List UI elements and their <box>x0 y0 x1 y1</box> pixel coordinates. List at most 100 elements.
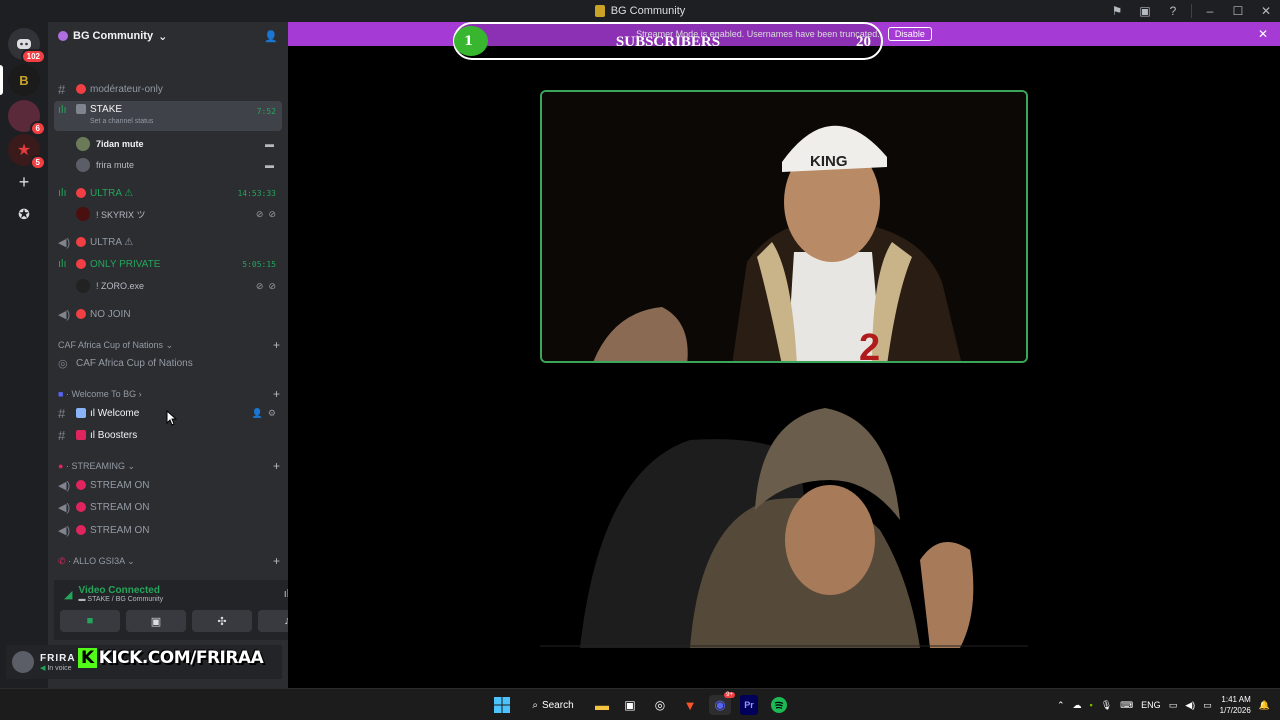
avatar <box>76 158 90 172</box>
channel-timer: 14:53:33 <box>237 188 276 198</box>
add-channel-icon[interactable]: + <box>273 338 280 352</box>
chevron-down-icon: ⌄ <box>165 339 174 350</box>
close-icon[interactable]: ✕ <box>1258 27 1268 41</box>
server-header[interactable]: BG Community ⌄ 👤 <box>48 22 288 50</box>
channel-stream-2[interactable]: ◀) STREAM ON <box>54 499 282 515</box>
channel-stream-3[interactable]: ◀) STREAM ON <box>54 522 282 538</box>
add-channel-icon[interactable]: + <box>273 459 280 473</box>
network-icon[interactable]: ▭ <box>1169 700 1178 711</box>
stream-icon[interactable]: ▣ <box>1131 0 1159 22</box>
close-icon[interactable]: ✕ <box>1252 0 1280 22</box>
nvidia-icon[interactable]: ▪ <box>1090 700 1093 710</box>
user-name: FRIRA <box>40 652 76 664</box>
guild-2[interactable]: 6 <box>8 100 46 136</box>
add-channel-icon[interactable]: + <box>273 554 280 568</box>
discord-badge: 9+ <box>724 692 735 698</box>
channel-ultra-2[interactable]: ◀) ULTRA ⚠ <box>54 234 282 250</box>
category-streaming[interactable]: ● · STREAMING ⌄ + <box>58 459 280 473</box>
no-entry-icon <box>76 259 86 269</box>
channel-boosters[interactable]: # ıl Boosters <box>54 427 282 443</box>
server-logo-icon <box>594 5 605 17</box>
home-badge: 102 <box>20 49 46 64</box>
add-server-button[interactable]: + <box>8 166 40 198</box>
channel-caf[interactable]: ◎ CAF Africa Cup of Nations <box>54 355 282 371</box>
inbox-icon[interactable]: ⚑ <box>1103 0 1131 22</box>
speaker-icon: ◀) <box>58 308 71 321</box>
file-explorer-icon[interactable]: ▬ <box>593 695 611 715</box>
explore-button[interactable]: ✪ <box>8 198 40 230</box>
channel-emoji-icon <box>76 408 86 418</box>
help-icon[interactable]: ? <box>1159 0 1187 22</box>
channel-ultra-1[interactable]: ılı ULTRA ⚠ 14:53:33 <box>54 185 282 201</box>
category-emoji-icon: ● <box>58 460 64 471</box>
disable-button[interactable]: Disable <box>887 27 932 41</box>
brave-icon[interactable]: ▼ <box>681 695 699 715</box>
window-title: BG Community <box>610 5 686 17</box>
battery-icon[interactable]: ▭ <box>1203 700 1212 711</box>
notifications-icon[interactable]: 🔔 <box>1259 700 1270 711</box>
voice-status[interactable]: Video Connected <box>78 585 163 596</box>
volume-icon[interactable]: ◀) <box>1185 700 1195 711</box>
invite-icon[interactable]: 👤 <box>252 408 263 419</box>
channel-stake[interactable]: ılı STAKE Set a channel status 7:52 <box>54 101 282 131</box>
add-member-icon[interactable]: 👤 <box>264 30 278 43</box>
guild-3[interactable]: ★ 5 <box>8 134 46 170</box>
no-entry-icon <box>76 84 86 94</box>
no-entry-icon <box>76 309 86 319</box>
channel-moderator[interactable]: # modérateur-only <box>54 81 282 97</box>
channel-stream-1[interactable]: ◀) STREAM ON <box>54 477 282 493</box>
camera-button[interactable]: ■ <box>60 610 120 632</box>
voice-user-skyrix[interactable]: ! SKYRIX ツ ⊘ ⊘ <box>76 207 282 221</box>
kick-url: KICK.COM/FRIRAA <box>98 648 264 668</box>
kick-logo: K <box>78 648 97 668</box>
gear-icon[interactable]: ⚙ <box>268 408 276 419</box>
activities-button[interactable]: ✣ <box>192 610 252 632</box>
voice-user-1[interactable]: 7idan mute ▬ <box>76 137 282 151</box>
premiere-icon[interactable]: Pr <box>740 695 758 715</box>
keyboard-icon[interactable]: ⌨ <box>1120 700 1133 711</box>
voice-location[interactable]: STAKE / BG Community <box>87 596 163 603</box>
compass-icon: ✪ <box>18 205 30 222</box>
channel-only-private[interactable]: ılı ONLY PRIVATE 5:05:15 <box>54 256 282 272</box>
category-label: ALLO GSI3A <box>73 555 125 566</box>
category-allo[interactable]: ✆ · ALLO GSI3A ⌄ + <box>58 554 280 568</box>
category-caf[interactable]: CAF Africa Cup of Nations ⌄ + <box>58 338 280 352</box>
taskbar-search[interactable]: ⌕ Search <box>526 695 580 715</box>
channel-status[interactable]: Set a channel status <box>90 118 153 125</box>
clock-time: 1:41 AM <box>1221 695 1251 704</box>
minimize-icon[interactable]: – <box>1196 0 1224 22</box>
spotify-icon[interactable] <box>770 695 788 715</box>
language-indicator[interactable]: ENG <box>1141 700 1161 710</box>
red-circle-icon <box>76 480 86 490</box>
channel-label: ONLY PRIVATE <box>90 258 161 270</box>
maximize-icon[interactable]: ☐ <box>1224 0 1252 22</box>
system-tray: ⌃ ☁ ▪ 🎙 ⌨ ENG ▭ ◀) ▭ 1:41 AM 1/7/2026 🔔 <box>1057 689 1270 720</box>
snipping-tool-icon[interactable]: ▣ <box>621 695 639 715</box>
avatar <box>12 651 34 673</box>
chevron-up-icon[interactable]: ⌃ <box>1057 700 1065 711</box>
channel-label: modérateur-only <box>90 83 163 95</box>
voice-user-zoro[interactable]: ! ZORO.exe ⊘ ⊘ <box>76 279 282 293</box>
channel-no-join[interactable]: ◀) NO JOIN <box>54 306 282 322</box>
hash-icon: # <box>58 427 66 443</box>
voice-user-2[interactable]: frira mute ▬ <box>76 158 282 172</box>
discord-taskbar-icon[interactable]: ◉ 9+ <box>709 692 735 715</box>
browser-icon[interactable]: ◎ <box>651 695 669 715</box>
start-button[interactable] <box>492 695 512 715</box>
video-tile-2[interactable] <box>540 380 1028 648</box>
category-welcome[interactable]: ■ · Welcome To BG › + <box>58 387 280 401</box>
microphone-icon[interactable]: 🎙 <box>1101 700 1112 711</box>
add-channel-icon[interactable]: + <box>273 387 280 401</box>
video-tile-1[interactable]: KING 2 <box>540 90 1028 363</box>
cloud-icon[interactable]: ☁ <box>1073 700 1082 711</box>
deafened-icon: ⊘ <box>268 208 276 219</box>
screen-share-button[interactable]: ▣ <box>126 610 186 632</box>
video-icon: ▬ <box>265 139 274 149</box>
guild-bg-community[interactable]: B <box>8 64 40 96</box>
windows-taskbar: ⌕ Search ▬ ▣ ◎ ▼ ◉ 9+ Pr ⌃ ☁ ▪ 🎙 ⌨ ENG ▭… <box>0 688 1280 720</box>
rocket-icon <box>76 430 86 440</box>
clock-date: 1/7/2026 <box>1219 706 1251 715</box>
discord-home-button[interactable]: 102 <box>8 28 46 64</box>
kick-overlay: K KICK.COM/FRIRAA <box>78 648 264 668</box>
clock[interactable]: 1:41 AM 1/7/2026 <box>1220 694 1251 716</box>
